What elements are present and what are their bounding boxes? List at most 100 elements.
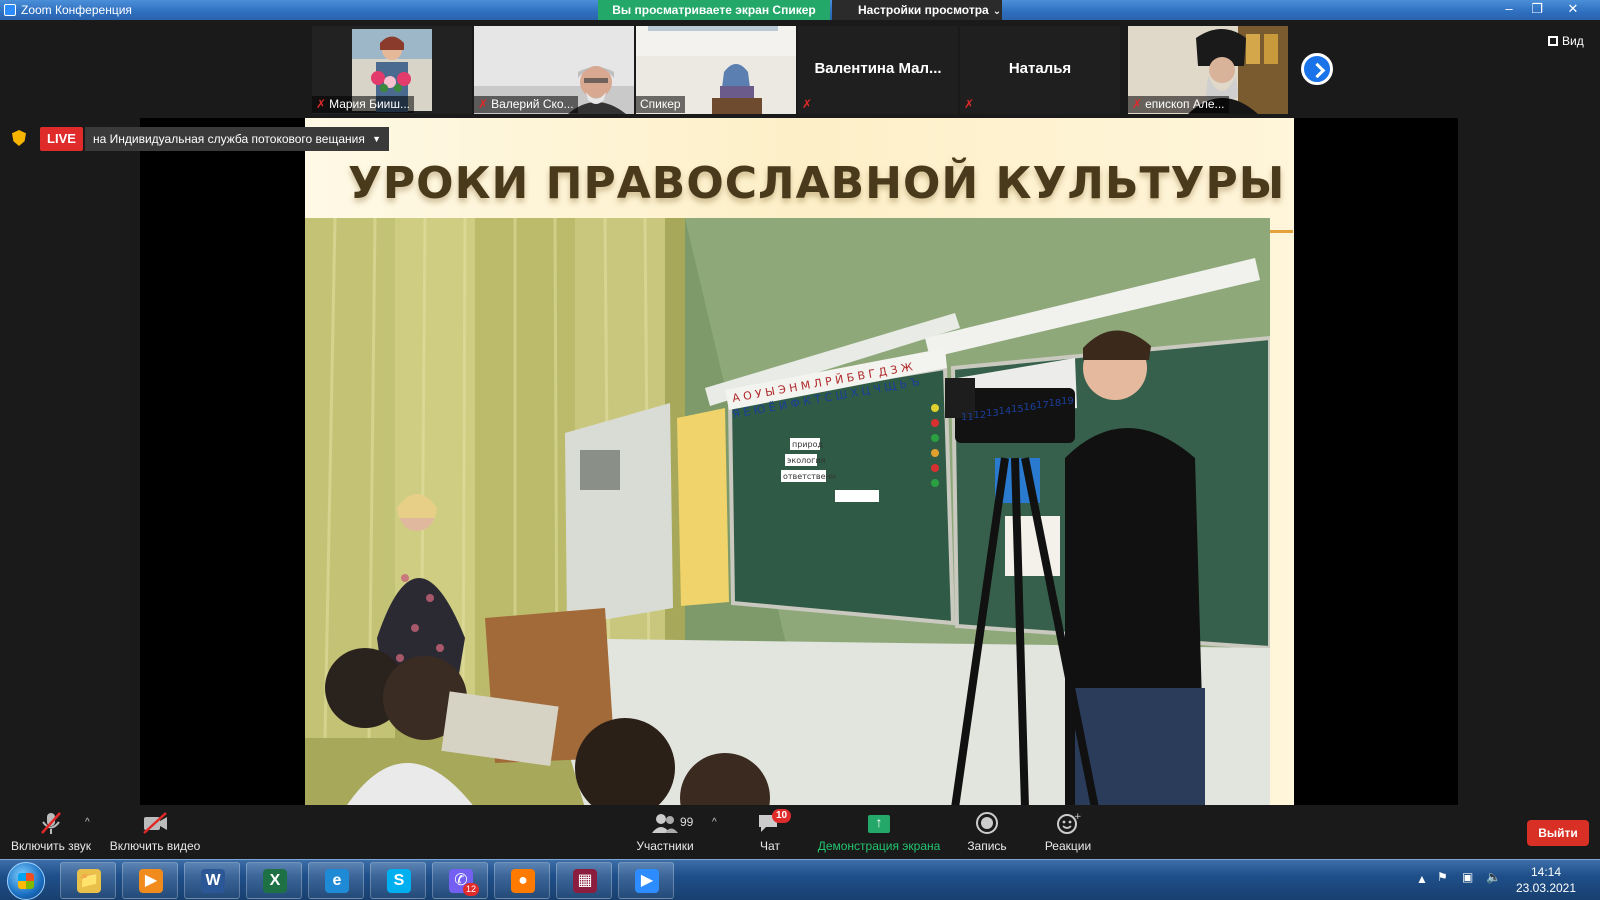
unmute-button[interactable]: Включить звук [8,805,94,859]
participant-tile[interactable]: ✗ Валерий Ско... [474,26,634,114]
classroom-scene: А О У Ы Э Н М Л Р Й Б В Г Д З Ж Я Е Ю Ё … [305,218,1270,808]
zoom-window: Zoom Конференция – ❐ ✕ Вы просматриваете… [0,0,1600,900]
zoom-icon: ▶ [635,869,659,893]
window-title: Zoom Конференция [21,3,132,17]
participant-name: Спикер [640,97,681,111]
meeting-toolbar: Включить звук ^ Включить видео Участники… [0,805,1600,859]
chevron-down-icon: ⌄ [992,6,1002,17]
taskbar-app-media-player[interactable]: ▶ [122,862,178,899]
participants-count: 99 [680,815,694,829]
participant-name-label: ✗ Валерий Ско... [474,96,578,113]
taskbar-app-viber[interactable]: ✆ 12 [432,862,488,899]
number-strip-digit: 11 [961,412,974,423]
viber-notification-badge: 12 [463,883,480,896]
windows-start-button[interactable] [7,862,45,900]
chat-unread-badge: 10 [772,809,792,823]
audio-options-caret-icon[interactable]: ^ [85,817,90,828]
participants-button[interactable]: Участники [628,805,702,859]
reactions-smile-icon: + [1057,812,1082,834]
number-strip-digit: 13 [986,408,999,419]
taskbar-app-excel[interactable]: X [246,862,302,899]
media-player-icon: ▶ [139,869,163,893]
participant-name: епископ Але... [1145,97,1225,111]
reactions-button[interactable]: + Реакции [1042,805,1094,859]
live-badge[interactable]: LIVE [40,127,83,151]
record-button[interactable]: Запись [962,805,1012,859]
participant-name-label: ✗ Мария Бииш... [312,96,414,113]
video-off-icon [143,812,167,834]
leave-meeting-button[interactable]: Выйти [1527,820,1589,846]
live-stream-target-label: на Индивидуальная служба потокового веща… [93,132,365,146]
internet-explorer-icon: e [325,869,349,893]
minimize-button[interactable]: – [1494,0,1524,20]
grid-icon [1548,36,1558,46]
taskbar-app-internet-explorer[interactable]: e [308,862,364,899]
participants-label: Участники [636,839,694,853]
tray-expand-icon[interactable]: ▲ [1416,872,1428,900]
word-icon: W [201,869,225,893]
network-icon[interactable]: ▣ [1462,870,1473,900]
close-button[interactable]: ✕ [1552,0,1594,20]
clock-date: 23.03.2021 [1515,881,1577,895]
taskbar-app-explorer[interactable]: 📁 [60,862,116,899]
muted-mic-icon: ✗ [478,97,489,111]
participant-name-label: ✗ епископ Але... [1128,96,1229,113]
reactions-label: Реакции [1044,839,1092,853]
participant-tile[interactable]: Наталья ✗ [960,26,1120,114]
taskbar-app-winrar[interactable]: ▦ [556,862,612,899]
system-clock[interactable]: 14:14 23.03.2021 [1508,864,1584,896]
number-strip-digit: 18 [1049,398,1062,409]
participant-tile-active-speaker[interactable]: Спикер [636,26,796,114]
participant-display-name: Валентина Мал... [814,60,942,77]
windows-taskbar: 📁 ▶ W Xe S ✆ 12 ● ▦ ▶ ▲ ⚑ ▣ 🔈 14:14 23.03.2021 [0,859,1600,900]
excel-icon: X [263,869,287,893]
volume-icon[interactable]: 🔈 [1486,870,1501,900]
participant-tile[interactable]: Валентина Мал... ✗ [798,26,958,114]
next-page-arrow-icon[interactable] [1301,53,1333,85]
viewing-banner: Вы просматриваете экран Спикер [598,0,830,21]
muted-mic-icon: ✗ [802,97,813,111]
taskbar-app-firefox[interactable]: ● [494,862,550,899]
view-settings-label: Настройки просмотра [858,3,989,17]
zoom-app-icon [4,4,16,16]
participant-name-label: ✗ [960,96,981,113]
share-screen-icon [868,814,890,833]
participant-name: Мария Бииш... [329,97,410,111]
flag-icon[interactable]: ⚑ [1437,870,1448,900]
participants-icon [652,814,678,833]
participants-options-caret-icon[interactable]: ^ [712,817,717,828]
winrar-icon: ▦ [573,869,597,893]
taskbar-app-skype[interactable]: S [370,862,426,899]
participant-name: Валерий Ско... [491,97,574,111]
classroom-photo: А О У Ы Э Н М Л Р Й Б В Г Д З Ж Я Е Ю Ё … [305,218,1270,808]
number-strip-digit: 17 [1036,400,1049,411]
number-strip-digit: 15 [1011,404,1024,415]
share-screen-button[interactable]: Демонстрация экрана [814,805,944,859]
board-card-word: ответственн [783,472,836,481]
record-label: Запись [967,839,1007,853]
clock-time: 14:14 [1530,865,1562,879]
view-settings-menu[interactable]: Настройки просмотра ⌄ [832,0,1002,21]
view-layout-button[interactable]: Вид [1548,34,1584,48]
number-strip-digit: 14 [999,406,1012,417]
share-screen-label: Демонстрация экрана [817,839,941,853]
record-icon [976,812,998,834]
taskbar-app-zoom[interactable]: ▶ [618,862,674,899]
unmute-label: Включить звук [10,839,92,853]
presentation-slide: УРОКИ ПРАВОСЛАВНОЙ КУЛЬТУРЫ А О У Ы Э Н … [305,118,1294,808]
participant-display-name: Наталья [1008,60,1072,77]
skype-icon: S [387,869,411,893]
chevron-down-icon: ▼ [372,134,381,144]
slide-title: УРОКИ ПРАВОСЛАВНОЙ КУЛЬТУРЫ [348,158,1286,209]
participant-tile[interactable]: ✗ Мария Бииш... [312,26,472,114]
number-strip-digit: 19 [1061,396,1074,407]
taskbar-app-word[interactable]: W [184,862,240,899]
start-video-button[interactable]: Включить видео [108,805,202,859]
muted-mic-icon: ✗ [1132,97,1143,111]
start-video-label: Включить видео [109,839,201,853]
muted-mic-icon: ✗ [964,97,975,111]
svg-text:+: + [1074,812,1082,822]
participant-tile[interactable]: ✗ епископ Але... [1128,26,1288,114]
maximize-button[interactable]: ❐ [1522,0,1552,20]
live-stream-target-dropdown[interactable]: на Индивидуальная служба потокового веща… [85,127,389,151]
